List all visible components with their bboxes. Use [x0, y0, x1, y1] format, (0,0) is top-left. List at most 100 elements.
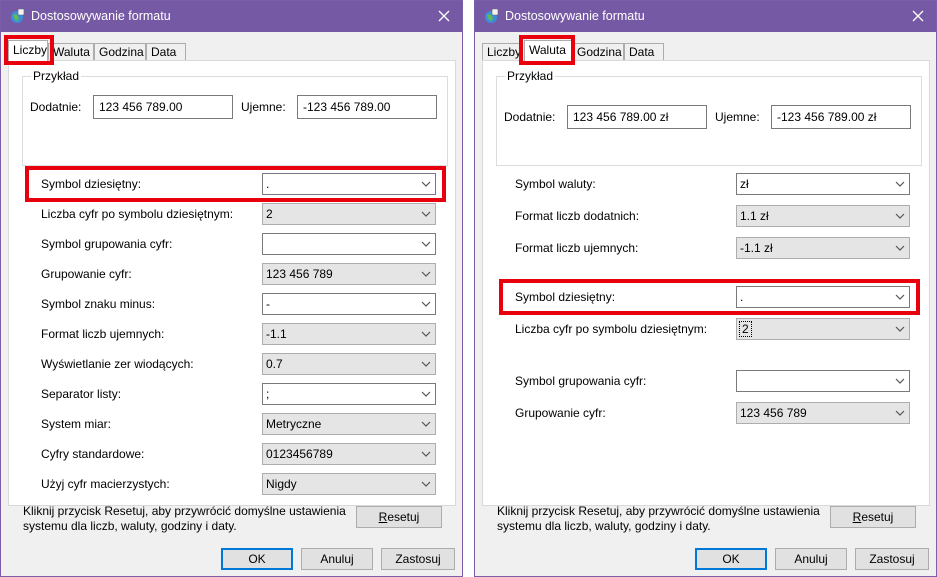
separator-listy-value: ; — [266, 387, 270, 401]
chevron-down-icon[interactable] — [421, 330, 431, 338]
tab-waluta[interactable]: Waluta — [48, 43, 94, 60]
dialog-left: Dostosowywanie formatu Liczby Waluta God… — [0, 0, 463, 577]
symbol-grupowania-cyfr-label: Symbol grupowania cyfr: — [41, 237, 173, 251]
chevron-down-icon[interactable] — [895, 325, 905, 333]
chevron-down-icon[interactable] — [421, 240, 431, 248]
chevron-down-icon[interactable] — [421, 450, 431, 458]
grupowanie-cyfr-combobox[interactable]: 123 456 789 — [262, 263, 436, 285]
apply-button[interactable]: Zastosuj — [855, 548, 929, 570]
reset-description: Kliknij przycisk Resetuj, aby przywrócić… — [23, 504, 346, 533]
symbol-dziesietny-label: Symbol dziesiętny: — [515, 290, 616, 304]
format-liczb-ujemnych-combobox[interactable]: -1.1 — [262, 323, 436, 345]
chevron-down-icon[interactable] — [895, 180, 905, 188]
grupowanie-cyfr-value: 123 456 789 — [740, 406, 807, 420]
symbol-dziesietny-value: . — [266, 177, 270, 191]
symbol-znaku-minus-combobox[interactable]: - — [262, 293, 436, 315]
format-liczb-dodatnich-label: Format liczb dodatnich: — [515, 209, 640, 223]
chevron-down-icon[interactable] — [895, 293, 905, 301]
title-bar: Dostosowywanie formatu — [1, 1, 462, 32]
wyswietlanie-zer-wiodacych-label: Wyświetlanie zer wiodących: — [41, 357, 194, 371]
close-icon[interactable] — [906, 4, 930, 28]
negative-label: Ujemne: — [715, 110, 760, 124]
symbol-dziesietny-value: . — [740, 290, 744, 304]
positive-label: Dodatnie: — [504, 110, 556, 124]
tab-panel: Przykład Dodatnie: 123 456 789.00 Ujemne… — [8, 60, 456, 533]
positive-label: Dodatnie: — [30, 100, 82, 114]
tab-liczby[interactable]: Liczby — [8, 40, 48, 61]
grupowanie-cyfr-label: Grupowanie cyfr: — [515, 406, 606, 420]
close-icon[interactable] — [432, 4, 456, 28]
symbol-grupowania-cyfr-label: Symbol grupowania cyfr: — [515, 374, 647, 388]
dialog-right: Dostosowywanie formatu Liczby Waluta God… — [474, 0, 937, 577]
liczba-cyfr-po-symbolu-dziesietnym-value: 2 — [739, 321, 752, 337]
format-liczb-ujemnych-label: Format liczb ujemnych: — [41, 327, 165, 341]
globe-icon — [11, 8, 25, 23]
separator-listy-combobox[interactable]: ; — [262, 383, 436, 405]
tab-waluta[interactable]: Waluta — [524, 40, 572, 61]
tab-godzina[interactable]: Godzina — [94, 43, 146, 60]
wyswietlanie-zer-wiodacych-combobox[interactable]: 0.7 — [262, 353, 436, 375]
chevron-down-icon[interactable] — [421, 270, 431, 278]
uzyj-cyfr-macierzystych-label: Użyj cyfr macierzystych: — [41, 477, 170, 491]
format-liczb-ujemnych-combobox[interactable]: -1.1 zł — [736, 237, 910, 259]
grupowanie-cyfr-value: 123 456 789 — [266, 267, 333, 281]
liczba-cyfr-po-symbolu-dziesietnym-label: Liczba cyfr po symbolu dziesiętnym: — [515, 322, 708, 336]
symbol-dziesietny-combobox[interactable]: . — [736, 286, 910, 308]
chevron-down-icon[interactable] — [421, 300, 431, 308]
chevron-down-icon[interactable] — [895, 244, 905, 252]
symbol-znaku-minus-label: Symbol znaku minus: — [41, 297, 156, 311]
title-bar: Dostosowywanie formatu — [475, 1, 936, 32]
apply-button[interactable]: Zastosuj — [381, 548, 455, 570]
cancel-button[interactable]: Anuluj — [301, 548, 373, 570]
chevron-down-icon[interactable] — [421, 180, 431, 188]
symbol-grupowania-cyfr-combobox[interactable] — [736, 370, 910, 392]
ok-button[interactable]: OK — [695, 548, 767, 570]
chevron-down-icon[interactable] — [421, 390, 431, 398]
positive-example: 123 456 789.00 zł — [567, 105, 707, 129]
grupowanie-cyfr-combobox[interactable]: 123 456 789 — [736, 402, 910, 424]
reset-button[interactable]: Resetuj — [356, 506, 442, 528]
positive-example: 123 456 789.00 — [93, 95, 233, 119]
format-liczb-ujemnych-value: -1.1 zł — [740, 241, 773, 255]
chevron-down-icon[interactable] — [421, 360, 431, 368]
system-miar-value: Metryczne — [266, 417, 322, 431]
chevron-down-icon[interactable] — [421, 420, 431, 428]
symbol-grupowania-cyfr-combobox[interactable] — [262, 233, 436, 255]
ok-button[interactable]: OK — [221, 548, 293, 570]
tab-liczby[interactable]: Liczby — [482, 43, 522, 60]
tab-data[interactable]: Data — [624, 43, 664, 60]
reset-description: Kliknij przycisk Resetuj, aby przywrócić… — [497, 504, 820, 533]
format-liczb-dodatnich-value: 1.1 zł — [740, 209, 769, 223]
chevron-down-icon[interactable] — [421, 210, 431, 218]
symbol-waluty-combobox[interactable]: zł — [736, 173, 910, 195]
symbol-dziesietny-combobox[interactable]: . — [262, 173, 436, 195]
cyfry-standardowe-label: Cyfry standardowe: — [41, 447, 145, 461]
symbol-waluty-value: zł — [740, 177, 749, 191]
negative-label: Ujemne: — [241, 100, 286, 114]
liczba-cyfr-po-symbolu-dziesietnym-label: Liczba cyfr po symbolu dziesiętnym: — [41, 207, 234, 221]
tab-data[interactable]: Data — [146, 43, 186, 60]
system-miar-combobox[interactable]: Metryczne — [262, 413, 436, 435]
tab-godzina[interactable]: Godzina — [572, 43, 624, 60]
cyfry-standardowe-combobox[interactable]: 0123456789 — [262, 443, 436, 465]
reset-button[interactable]: Resetuj — [830, 506, 916, 528]
liczba-cyfr-po-symbolu-dziesietnym-combobox[interactable]: 2 — [262, 203, 436, 225]
system-miar-label: System miar: — [41, 417, 112, 431]
liczba-cyfr-po-symbolu-dziesietnym-combobox[interactable]: 2 — [736, 318, 910, 340]
format-liczb-ujemnych-value: -1.1 — [266, 327, 287, 341]
cancel-button[interactable]: Anuluj — [775, 548, 847, 570]
uzyj-cyfr-macierzystych-value: Nigdy — [266, 477, 297, 491]
format-liczb-dodatnich-combobox[interactable]: 1.1 zł — [736, 205, 910, 227]
chevron-down-icon[interactable] — [895, 409, 905, 417]
window-title: Dostosowywanie formatu — [31, 9, 171, 23]
symbol-dziesietny-label: Symbol dziesiętny: — [41, 177, 142, 191]
negative-example: -123 456 789.00 — [297, 95, 437, 119]
chevron-down-icon[interactable] — [895, 212, 905, 220]
symbol-znaku-minus-value: - — [266, 297, 270, 311]
uzyj-cyfr-macierzystych-combobox[interactable]: Nigdy — [262, 473, 436, 495]
chevron-down-icon[interactable] — [895, 377, 905, 385]
separator-listy-label: Separator listy: — [41, 387, 122, 401]
example-group: Przykład Dodatnie: 123 456 789.00 Ujemne… — [22, 69, 448, 166]
chevron-down-icon[interactable] — [421, 480, 431, 488]
cyfry-standardowe-value: 0123456789 — [266, 447, 333, 461]
